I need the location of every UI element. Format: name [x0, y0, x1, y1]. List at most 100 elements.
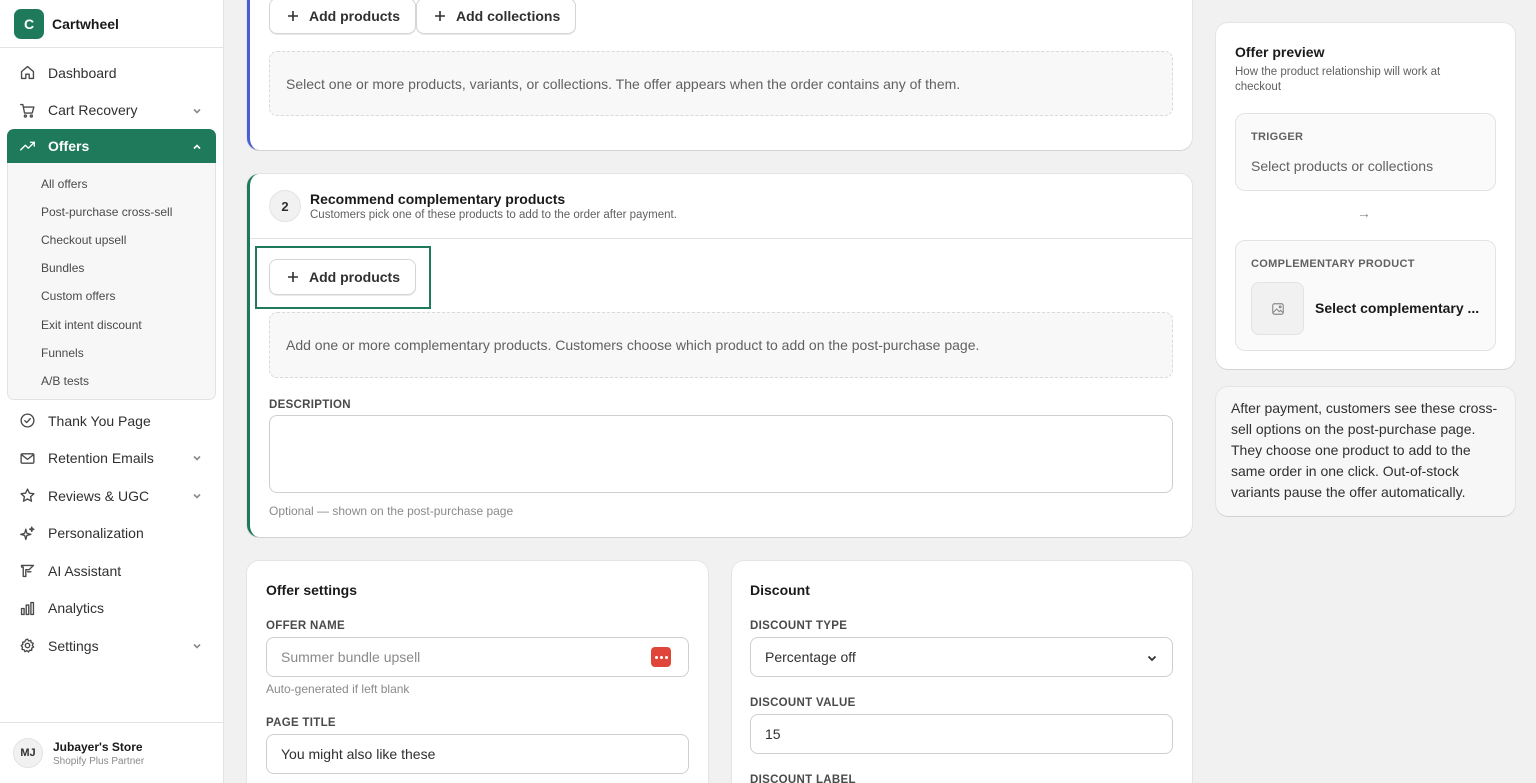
star-icon	[18, 487, 36, 505]
info-card: After payment, customers see these cross…	[1216, 387, 1515, 516]
button-label: Add products	[309, 269, 400, 285]
nav-item-label: Settings	[48, 637, 99, 654]
discount-type-select[interactable]: Percentage off	[750, 637, 1173, 677]
nav-item-label: Dashboard	[48, 64, 117, 81]
chevron-down-icon	[1146, 651, 1158, 663]
sidebar: C Cartwheel Dashboard Cart Recovery Offe…	[0, 0, 224, 783]
main-nav: Dashboard Cart Recovery Offers All offer…	[0, 48, 223, 664]
gear-icon	[18, 637, 36, 655]
nav-item-label: Offers	[48, 138, 90, 154]
more-menu-icon[interactable]	[651, 647, 671, 667]
button-label: Add collections	[456, 8, 561, 24]
subnav-exit-intent-discount[interactable]: Exit intent discount	[8, 310, 215, 338]
trigger-card: Add products Add collections Select one …	[247, 0, 1192, 150]
preview-title: Offer preview	[1235, 44, 1325, 60]
subnav-post-purchase-cross-sell[interactable]: Post-purchase cross-sell	[8, 198, 215, 226]
offer-name-label: OFFER NAME	[266, 620, 346, 632]
arrow-right-icon: →	[1357, 205, 1371, 221]
divider	[250, 238, 1192, 239]
nav-item-offers[interactable]: Offers	[7, 129, 216, 163]
nav-item-ai-assistant[interactable]: AI Assistant	[0, 552, 223, 590]
button-label: Add products	[309, 8, 400, 24]
discount-title: Discount	[750, 582, 810, 598]
nav-item-label: Thank You Page	[48, 412, 151, 429]
discount-label-label: DISCOUNT LABEL	[750, 774, 856, 783]
home-icon	[18, 64, 36, 82]
check-circle-icon	[18, 412, 36, 430]
nav-item-label: Retention Emails	[48, 450, 154, 466]
nav-item-label: Cart Recovery	[48, 102, 138, 119]
discount-type-value: Percentage off	[765, 649, 856, 665]
mail-icon	[18, 449, 36, 467]
nav-item-personalization[interactable]: Personalization	[0, 514, 223, 552]
offers-subnav: All offers Post-purchase cross-sell Chec…	[7, 163, 216, 400]
offer-name-help: Auto-generated if left blank	[266, 682, 410, 696]
chevron-up-icon	[191, 140, 203, 152]
trigger-label: TRIGGER	[1251, 131, 1304, 143]
avatar: MJ	[13, 738, 43, 768]
nav-item-label: Analytics	[48, 600, 105, 616]
subnav-bundles[interactable]: Bundles	[8, 254, 215, 282]
trending-icon	[18, 137, 36, 155]
store-subtitle: Shopify Plus Partner	[53, 755, 145, 767]
complementary-label: COMPLEMENTARY PRODUCT	[1251, 258, 1415, 270]
page-title-input[interactable]: You might also like these	[266, 734, 689, 774]
step-title: Recommend complementary products	[310, 191, 566, 207]
add-products-button[interactable]: Add products	[269, 0, 416, 34]
nav-item-analytics[interactable]: Analytics	[0, 589, 223, 627]
nav-item-dashboard[interactable]: Dashboard	[0, 54, 223, 92]
store-info: Jubayer's Store Shopify Plus Partner	[53, 740, 144, 767]
chevron-down-icon	[191, 451, 203, 463]
plus-icon	[433, 9, 447, 23]
store-switcher[interactable]: MJ Jubayer's Store Shopify Plus Partner	[0, 722, 223, 783]
bar-chart-icon	[18, 599, 36, 617]
step-number-badge: 2	[269, 190, 301, 222]
chevron-down-icon	[191, 104, 203, 116]
trigger-value: Select products or collections	[1251, 158, 1434, 174]
chevron-down-icon	[191, 639, 203, 651]
subnav-ab-tests[interactable]: A/B tests	[8, 367, 215, 395]
nav-item-cart-recovery[interactable]: Cart Recovery	[0, 92, 223, 130]
complementary-products-card: 2 Recommend complementary products Custo…	[247, 174, 1192, 537]
subnav-custom-offers[interactable]: Custom offers	[8, 282, 215, 310]
plus-icon	[286, 270, 300, 284]
discount-card: Discount DISCOUNT TYPE Percentage off DI…	[732, 561, 1192, 783]
ai-icon	[18, 562, 36, 580]
discount-value-label: DISCOUNT VALUE	[750, 697, 856, 709]
nav-item-retention-emails[interactable]: Retention Emails	[0, 439, 223, 477]
chevron-down-icon	[191, 489, 203, 501]
add-complementary-products-button[interactable]: Add products	[269, 259, 416, 295]
nav-item-settings[interactable]: Settings	[0, 627, 223, 665]
nav-item-label: AI Assistant	[48, 562, 122, 579]
description-label: DESCRIPTION	[269, 399, 351, 411]
image-placeholder-icon	[1251, 282, 1304, 335]
nav-item-label: Reviews & UGC	[48, 487, 150, 504]
nav-item-thank-you-page[interactable]: Thank You Page	[0, 402, 223, 440]
store-name: Jubayer's Store	[53, 739, 143, 754]
trigger-empty-state: Select one or more products, variants, o…	[269, 51, 1173, 116]
preview-subtitle: How the product relationship will work a…	[1235, 66, 1441, 93]
preview-complementary-box: COMPLEMENTARY PRODUCT Select complementa…	[1235, 240, 1496, 351]
subnav-checkout-upsell[interactable]: Checkout upsell	[8, 226, 215, 254]
discount-value-input[interactable]: 15	[750, 714, 1173, 754]
page-title-label: PAGE TITLE	[266, 717, 336, 729]
sparkle-icon	[18, 524, 36, 542]
subnav-all-offers[interactable]: All offers	[8, 170, 215, 198]
brand-name: Cartwheel	[52, 15, 119, 32]
offer-settings-title: Offer settings	[266, 582, 358, 598]
preview-trigger-box: TRIGGER Select products or collections	[1235, 113, 1496, 191]
description-help: Optional — shown on the post-purchase pa…	[269, 504, 514, 518]
step-subtitle: Customers pick one of these products to …	[310, 209, 677, 221]
offer-preview-card: Offer preview How the product relationsh…	[1216, 23, 1515, 369]
brand[interactable]: C Cartwheel	[0, 0, 223, 48]
info-text: After payment, customers see these cross…	[1231, 400, 1498, 500]
nav-item-reviews-ugc[interactable]: Reviews & UGC	[0, 477, 223, 515]
nav-item-label: Personalization	[48, 525, 144, 541]
subnav-funnels[interactable]: Funnels	[8, 339, 215, 367]
description-textarea[interactable]	[269, 415, 1173, 493]
discount-type-label: DISCOUNT TYPE	[750, 620, 848, 632]
complementary-empty-state: Add one or more complementary products. …	[269, 312, 1173, 378]
add-collections-button[interactable]: Add collections	[416, 0, 577, 34]
brand-logo: C	[14, 8, 44, 39]
offer-name-input[interactable]: Summer bundle upsell	[266, 637, 689, 677]
